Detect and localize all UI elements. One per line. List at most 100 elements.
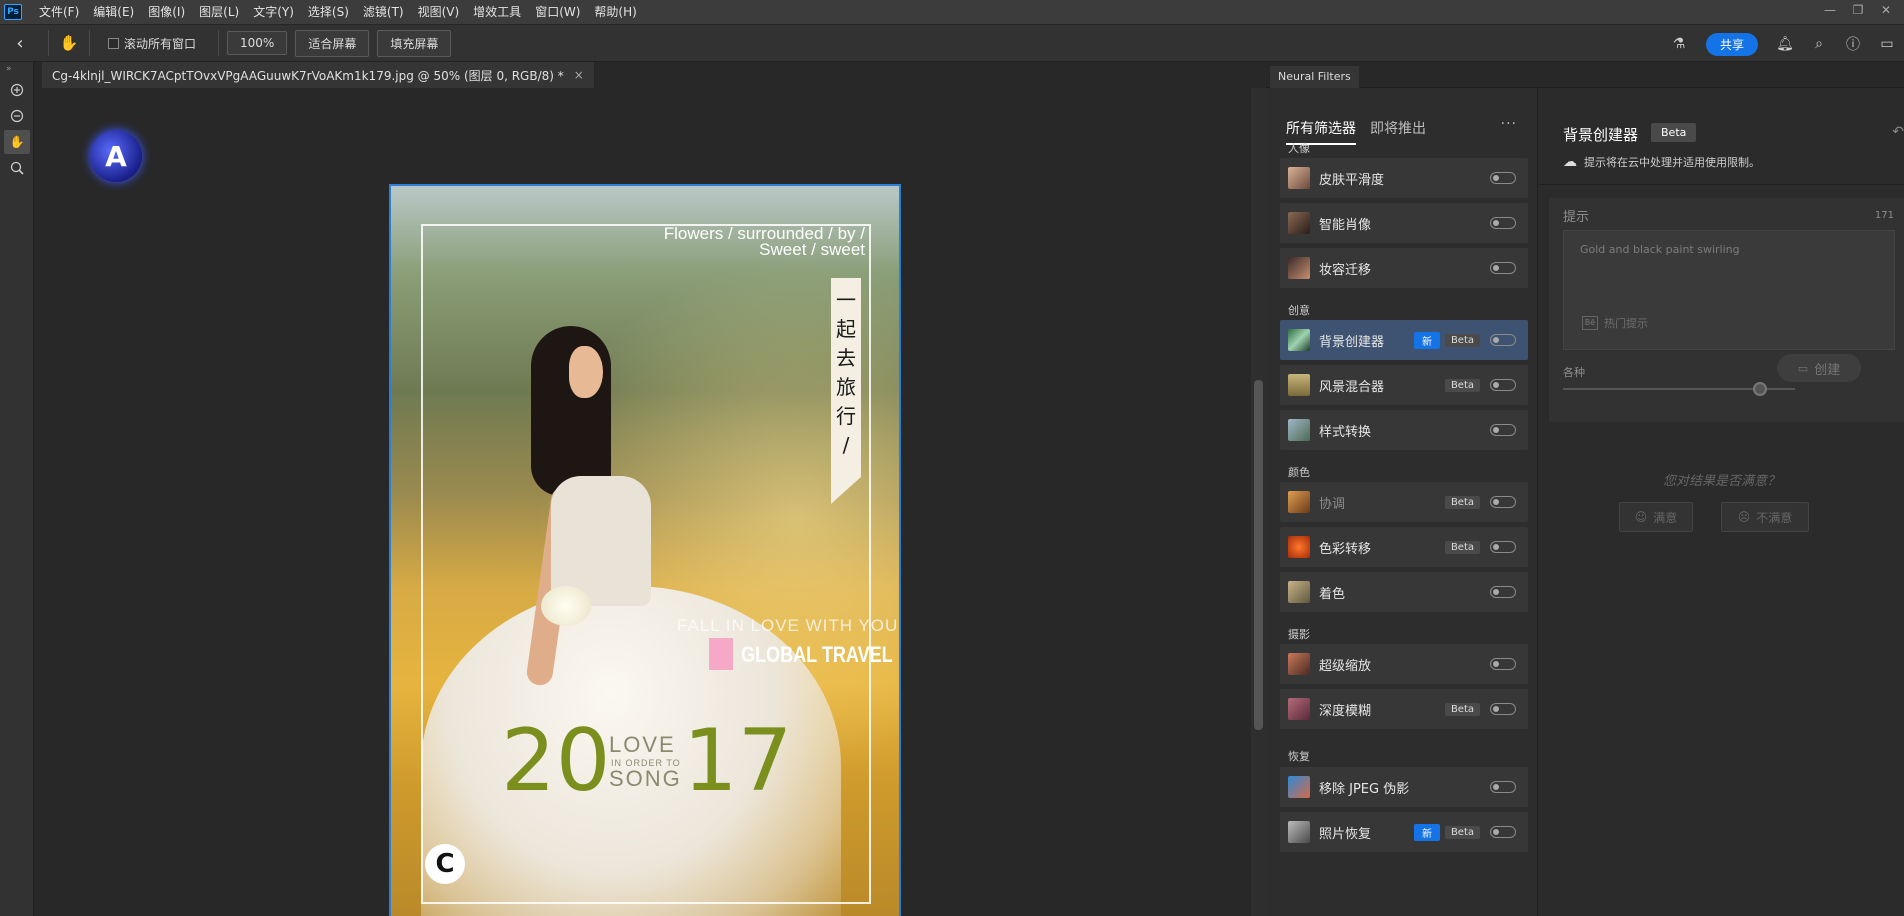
filter-name: 背景创建器	[1319, 334, 1385, 350]
hot-prompts-link[interactable]: Bē 热门提示	[1582, 315, 1648, 331]
menu-help[interactable]: 帮助(H)	[587, 0, 643, 24]
divider	[1539, 184, 1904, 185]
filter-landscape-mixer[interactable]: 风景混合器 Beta	[1280, 365, 1528, 405]
filter-makeup-transfer[interactable]: 妆容迁移	[1280, 248, 1528, 288]
canvas-area[interactable]: A Flowers / surrounded / by / Sweet / sw…	[34, 88, 1251, 916]
filter-smart-portrait[interactable]: 智能肖像	[1280, 203, 1528, 243]
beaker-icon[interactable]: ⚗	[1662, 36, 1696, 52]
satisfied-button[interactable]: ☺ 满意	[1619, 502, 1693, 532]
reset-icon[interactable]: ↶	[1892, 124, 1904, 140]
filter-harmonization[interactable]: 协调 Beta	[1280, 482, 1528, 522]
menu-plugins[interactable]: 增效工具	[466, 0, 528, 24]
filter-jpeg-artifacts-removal[interactable]: 移除 JPEG 伪影	[1280, 767, 1528, 807]
filter-name: 协调	[1319, 496, 1346, 512]
menu-file[interactable]: 文件(F)	[32, 0, 86, 24]
divider	[48, 30, 49, 56]
filter-toggle[interactable]	[1490, 496, 1516, 508]
prompt-input[interactable]: Gold and black paint swirling Bē 热门提示	[1563, 230, 1895, 350]
filter-toggle[interactable]	[1490, 826, 1516, 838]
prompt-label: 提示	[1563, 210, 1590, 225]
vertical-char: 去	[836, 346, 856, 370]
filter-skin-smoothing[interactable]: 皮肤平滑度	[1280, 158, 1528, 198]
unsatisfied-button[interactable]: ☹ 不满意	[1721, 502, 1809, 532]
restore-icon[interactable]: ❐	[1844, 0, 1872, 22]
prompt-card: 提示 171 Gold and black paint swirling Bē …	[1549, 198, 1904, 422]
variety-slider-knob[interactable]	[1753, 382, 1768, 396]
menu-view[interactable]: 视图(V)	[411, 0, 467, 24]
create-button[interactable]: ▭ 创建	[1777, 354, 1861, 382]
hand-tool-icon[interactable]: ✋	[4, 130, 30, 154]
menu-filter[interactable]: 滤镜(T)	[356, 0, 411, 24]
more-options-icon[interactable]: ···	[1501, 116, 1517, 132]
behance-icon: Bē	[1582, 316, 1598, 330]
vertical-text: 一 起 去 旅 行 /	[831, 286, 861, 460]
jpeg-removal-thumbnail-icon	[1288, 776, 1310, 798]
filter-toggle[interactable]	[1490, 172, 1516, 184]
search-icon[interactable]: ⌕	[1802, 36, 1836, 52]
fit-screen-button[interactable]: 适合屏幕	[295, 29, 370, 57]
satisfied-label: 满意	[1653, 510, 1678, 525]
menu-image[interactable]: 图像(I)	[141, 0, 192, 24]
filter-photo-restoration[interactable]: 照片恢复 新 Beta	[1280, 812, 1528, 852]
filter-toggle[interactable]	[1490, 586, 1516, 598]
style-transfer-thumbnail-icon	[1288, 419, 1310, 441]
neural-filters-panel-tab[interactable]: Neural Filters	[1270, 66, 1359, 88]
minimize-icon[interactable]: —	[1816, 0, 1844, 22]
filter-toggle[interactable]	[1490, 262, 1516, 274]
create-icon: ▭	[1797, 361, 1809, 375]
filter-style-transfer[interactable]: 样式转换	[1280, 410, 1528, 450]
filter-toggle[interactable]	[1490, 541, 1516, 553]
menu-bar: Ps 文件(F) 编辑(E) 图像(I) 图层(L) 文字(Y) 选择(S) 滤…	[0, 0, 1904, 24]
unsatisfied-label: 不满意	[1756, 510, 1793, 525]
bell-icon[interactable]: 🔔︎	[1768, 36, 1802, 52]
filter-toggle[interactable]	[1490, 658, 1516, 670]
close-tab-icon[interactable]: ×	[574, 68, 584, 82]
menu-type[interactable]: 文字(Y)	[246, 0, 301, 24]
zoom-100-button[interactable]: 100%	[227, 31, 288, 55]
overlay-app-logo-icon: A	[90, 130, 142, 182]
filter-name: 智能肖像	[1319, 217, 1372, 233]
back-arrow-icon[interactable]: ‹	[0, 33, 40, 54]
close-window-icon[interactable]: ✕	[1872, 0, 1900, 22]
filter-toggle[interactable]	[1490, 703, 1516, 715]
collapse-chevron-icon[interactable]: »	[0, 62, 33, 76]
share-button[interactable]: 共享	[1705, 32, 1758, 56]
document-tab[interactable]: Cg-4klnjl_WIRCK7ACptTOvxVPgAAGuuwK7rVoAK…	[42, 62, 594, 88]
hand-tool-preset-icon[interactable]: ✋	[57, 34, 81, 52]
scroll-all-windows-option[interactable]: 滚动所有窗口	[108, 35, 196, 52]
cloud-note: ☁ 提示将在云中处理并适用使用限制。	[1563, 154, 1760, 170]
filter-colorize[interactable]: 着色	[1280, 572, 1528, 612]
help-icon[interactable]: ⓘ	[1836, 34, 1870, 54]
poster-flowers-text: Flowers / surrounded / by / Sweet / swee…	[664, 225, 865, 258]
canvas-vertical-scrollbar[interactable]	[1251, 88, 1266, 916]
zoom-out-tool-icon[interactable]	[4, 104, 30, 128]
filter-toggle[interactable]	[1490, 424, 1516, 436]
magnifier-tool-icon[interactable]	[4, 156, 30, 180]
window-controls: — ❐ ✕	[1816, 0, 1900, 22]
cloud-icon: ☁	[1563, 154, 1577, 170]
filter-depth-blur[interactable]: 深度模糊 Beta	[1280, 689, 1528, 729]
filter-toggle[interactable]	[1490, 781, 1516, 793]
filter-toggle[interactable]	[1490, 334, 1516, 346]
menu-layer[interactable]: 图层(L)	[192, 0, 246, 24]
filter-toggle[interactable]	[1490, 379, 1516, 391]
pink-accent-box	[709, 638, 733, 670]
prompt-placeholder: Gold and black paint swirling	[1580, 243, 1740, 256]
filter-super-zoom[interactable]: 超级缩放	[1280, 644, 1528, 684]
scroll-all-windows-checkbox[interactable]	[108, 37, 119, 49]
filter-toggle[interactable]	[1490, 217, 1516, 229]
menu-select[interactable]: 选择(S)	[301, 0, 356, 24]
tab-coming-soon[interactable]: 即将推出	[1370, 118, 1426, 145]
workspace-icon[interactable]: ▭	[1870, 36, 1904, 52]
scrollbar-thumb[interactable]	[1254, 380, 1263, 730]
menu-edit[interactable]: 编辑(E)	[86, 0, 141, 24]
poster-love-text: LOVE	[609, 732, 676, 757]
beta-badge: Beta	[1444, 333, 1480, 347]
poster-image[interactable]: Flowers / surrounded / by / Sweet / swee…	[389, 184, 901, 916]
poster-fall-text: FALL IN LOVE WITH YOU	[677, 616, 899, 635]
filter-background-creator[interactable]: 背景创建器 新 Beta	[1280, 320, 1528, 360]
zoom-in-tool-icon[interactable]	[4, 78, 30, 102]
filter-color-transfer[interactable]: 色彩转移 Beta	[1280, 527, 1528, 567]
fill-screen-button[interactable]: 填充屏幕	[377, 29, 452, 57]
menu-window[interactable]: 窗口(W)	[528, 0, 587, 24]
